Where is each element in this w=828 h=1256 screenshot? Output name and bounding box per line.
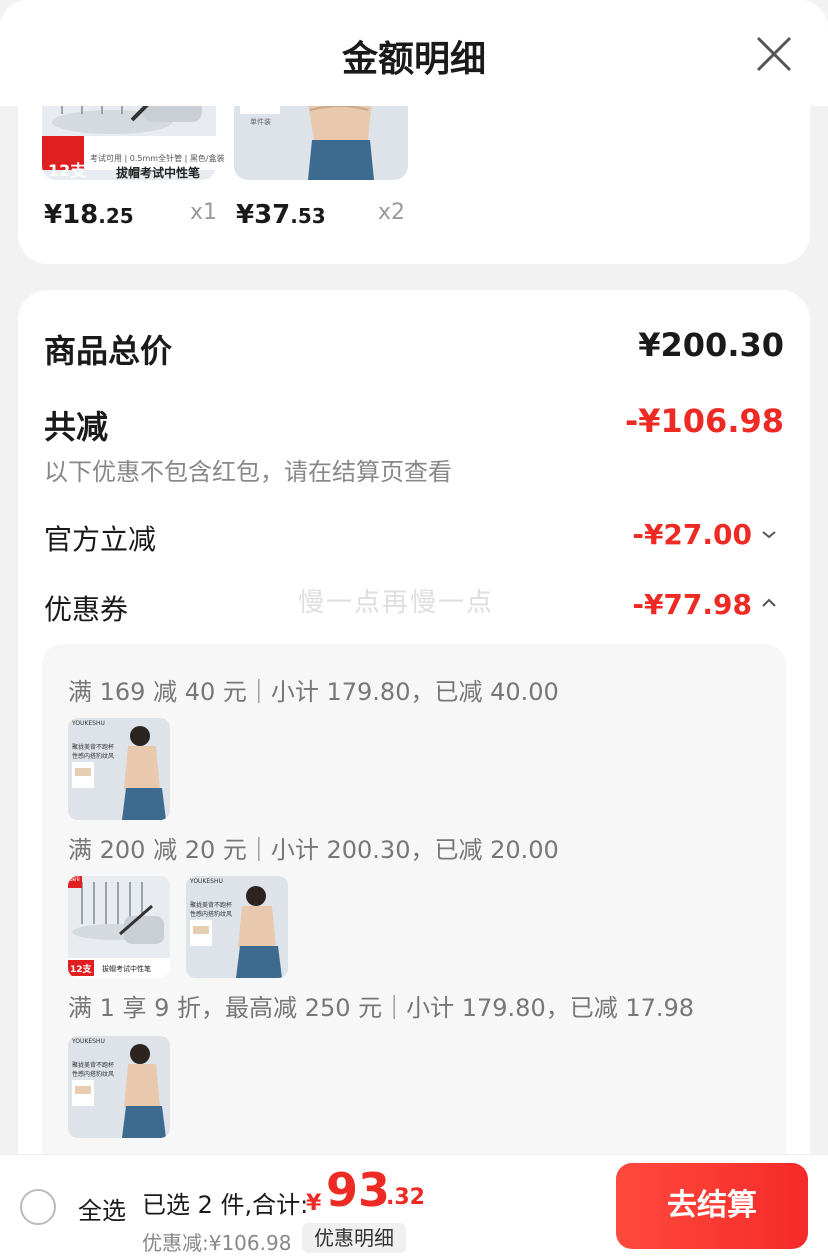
thumb-copy-2: 性感内搭豹纹风: [190, 911, 233, 918]
official-discount-label: 官方立减: [44, 523, 157, 556]
thumb-brand: YOUKESHU: [72, 720, 105, 727]
coupon-rule-2: 满 200 减 20 元｜小计 200.30，已减 20.00: [68, 836, 559, 864]
pen-thumb-count: 12支: [70, 965, 92, 975]
reduce-note: 以下优惠不包含红包，请在结算页查看: [44, 458, 452, 486]
thumb-brand: YOUKESHU: [190, 878, 223, 885]
thumb-copy-2: 性感内搭豹纹风: [72, 753, 115, 760]
total-amount-int: 93: [326, 1163, 391, 1217]
reduce-value: -¥106.98: [624, 402, 784, 440]
coupon-item-bra-thumb[interactable]: YOUKESHU 聚拢美背不跑杯 性感内搭豹纹风: [68, 1036, 170, 1138]
pen-thumb-text: 拔帽考试中性笔: [102, 965, 151, 973]
checkout-button[interactable]: 去结算: [616, 1163, 808, 1249]
coupon-item-pen-thumb[interactable]: deli 12支 拔帽考试中性笔: [68, 876, 170, 978]
discount-detail-button[interactable]: 优惠明细: [302, 1223, 406, 1253]
product-price-bra: ¥37.53: [236, 200, 326, 230]
coupon-item-bra-thumb[interactable]: YOUKESHU 聚拢美背不跑杯 性感内搭豹纹风: [68, 718, 170, 820]
select-all-label[interactable]: 全选: [78, 1191, 126, 1226]
official-discount-value[interactable]: -¥27.00: [632, 518, 752, 551]
thumb-copy-1: 聚拢美背不跑杯: [72, 744, 115, 751]
reduce-label: 共减: [44, 408, 109, 446]
pen-banner-tags: 考试可用 | 0.5mm全针管 | 黑色/盒装: [90, 154, 225, 163]
product-qty-pen: x1: [190, 200, 218, 225]
product-list-card: 12支 考试可用 | 0.5mm全针管 | 黑色/盒装 拔帽考试中性笔 ¥18.…: [18, 90, 810, 264]
pen-banner-count: 12支: [48, 161, 87, 180]
coupon-breakdown: 满 169 减 40 元｜小计 179.80，已减 40.00 YOUKESHU…: [42, 644, 786, 1204]
pen-thumb-brand: deli: [69, 876, 80, 883]
checkout-bar: 全选 已选 2 件,合计: ¥ 93 .32 优惠减:¥106.98 优惠明细 …: [0, 1154, 828, 1256]
product-qty-bra: x2: [378, 200, 406, 225]
select-all-radio[interactable]: [20, 1189, 56, 1225]
total-price-value: ¥200.30: [638, 326, 784, 364]
watermark-text: 慢一点再慢一点: [298, 588, 495, 618]
close-icon[interactable]: [754, 34, 794, 74]
coupon-item-bra-thumb[interactable]: YOUKESHU 聚拢美背不跑杯 性感内搭豹纹风: [186, 876, 288, 978]
product-price-pen: ¥18.25: [44, 200, 134, 230]
bra-tag: 单件装: [250, 118, 271, 126]
total-currency: ¥: [306, 1191, 322, 1216]
coupon-rule-3: 满 1 享 9 折，最高减 250 元｜小计 179.80，已减 17.98: [68, 994, 695, 1022]
pen-banner-text: 拔帽考试中性笔: [116, 166, 201, 180]
discount-summary: 优惠减:¥106.98: [142, 1231, 292, 1255]
chevron-up-icon[interactable]: [760, 594, 778, 612]
total-price-label: 商品总价: [44, 332, 173, 370]
thumb-copy-1: 聚拢美背不跑杯: [190, 902, 233, 909]
thumb-copy-1: 聚拢美背不跑杯: [72, 1062, 115, 1069]
coupon-value[interactable]: -¥77.98: [632, 588, 752, 621]
sheet-header: 金额明细: [0, 0, 828, 106]
thumb-brand: YOUKESHU: [72, 1038, 105, 1045]
coupon-label: 优惠券: [44, 593, 129, 626]
coupon-rule-1: 满 169 减 40 元｜小计 179.80，已减 40.00: [68, 678, 559, 706]
sheet-title: 金额明细: [341, 39, 486, 80]
chevron-down-icon[interactable]: [760, 526, 778, 544]
selected-count: 已选 2 件,合计:: [142, 1191, 309, 1219]
thumb-copy-2: 性感内搭豹纹风: [72, 1071, 115, 1078]
total-amount-dec: .32: [386, 1185, 425, 1210]
